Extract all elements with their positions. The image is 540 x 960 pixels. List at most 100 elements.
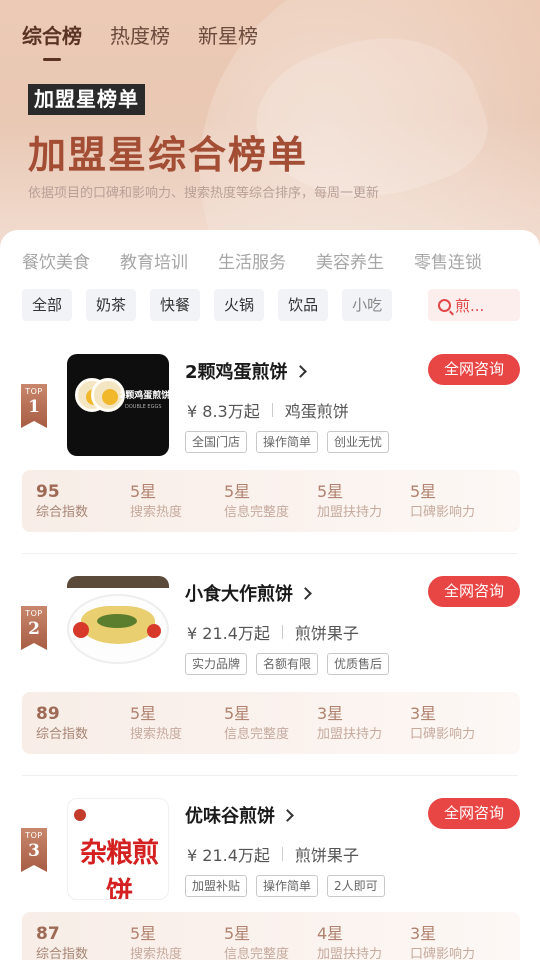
brand-name-link[interactable]: 2颗鸡蛋煎饼 xyxy=(185,358,307,384)
brand-name-link[interactable]: 优味谷煎饼 xyxy=(185,802,294,828)
thumbnail-backdrop xyxy=(67,576,169,588)
stat-label: 加盟扶持力 xyxy=(317,947,383,960)
tag: 名额有限 xyxy=(256,653,319,675)
score-label: 综合指数 xyxy=(36,947,89,960)
consult-button[interactable]: 全网咨询 xyxy=(428,576,520,607)
brand-name: 优味谷煎饼 xyxy=(185,806,275,827)
filter-chip[interactable]: 全部 xyxy=(22,289,73,321)
score-value: 87 xyxy=(36,924,60,944)
stats-bar: 89 综合指数 5星 搜索热度 5星 信息完整度 3星 加盟扶持力 3星 口碑影… xyxy=(22,692,520,754)
stat-label: 信息完整度 xyxy=(224,727,290,742)
stat-item: 5星 搜索热度 xyxy=(130,924,182,960)
stat-value: 5星 xyxy=(130,704,157,723)
rank-badge: TOP 1 xyxy=(21,384,47,428)
consult-button[interactable]: 全网咨询 xyxy=(428,354,520,385)
ranking-item[interactable]: TOP 2 小食大作煎饼 全网咨询 ¥ 21.4万起 煎饼果子 实力品牌 名额有… xyxy=(0,554,540,776)
filter-chip[interactable]: 火锅 xyxy=(214,289,265,321)
chevron-right-icon xyxy=(281,808,294,822)
brand-name-link[interactable]: 小食大作煎饼 xyxy=(185,580,312,606)
stat-label: 加盟扶持力 xyxy=(317,727,383,742)
page-subtitle: 依据项目的口碑和影响力、搜索热度等综合排序，每周一更新 xyxy=(28,186,380,201)
tab-new-star[interactable]: 新星榜 xyxy=(198,20,258,49)
chevron-right-icon xyxy=(293,364,307,378)
brand-thumbnail[interactable]: 2颗鸡蛋煎饼 DOUBLE EGGS xyxy=(67,354,169,456)
search-icon xyxy=(438,298,451,312)
stat-value: 4星 xyxy=(317,924,344,943)
stat-item: 3星 口碑影响力 xyxy=(410,924,475,960)
ranking-item[interactable]: TOP 1 2颗鸡蛋煎饼 DOUBLE EGGS 2颗鸡蛋煎饼 全网咨询 ¥ 8… xyxy=(0,332,540,554)
category-label: 鸡蛋煎饼 xyxy=(284,402,349,421)
tag: 创业无忧 xyxy=(327,431,390,453)
search-text: 煎... xyxy=(455,296,485,315)
score-label: 综合指数 xyxy=(36,727,89,742)
brand-thumbnail[interactable] xyxy=(67,576,169,678)
stat-value: 5星 xyxy=(410,482,437,501)
tab-popularity[interactable]: 热度榜 xyxy=(110,20,170,49)
garnish-graphic xyxy=(97,614,137,628)
score-stat: 89 综合指数 xyxy=(36,704,88,744)
category-tabs: 餐饮美食 教育培训 生活服务 美容养生 零售连锁 xyxy=(22,248,482,273)
stat-label: 口碑影响力 xyxy=(410,505,476,520)
stat-item: 5星 信息完整度 xyxy=(224,704,289,744)
rank-badge: TOP 2 xyxy=(21,606,47,650)
brand-thumbnail[interactable]: 杂粮煎饼 xyxy=(67,798,169,900)
brand-logo-icon xyxy=(74,809,86,821)
tag-list: 实力品牌 名额有限 优质售后 xyxy=(185,653,390,675)
tag: 2人即可 xyxy=(327,875,385,897)
stat-label: 口碑影响力 xyxy=(410,727,476,742)
ranking-tabs: 综合榜 热度榜 新星榜 xyxy=(22,20,258,61)
stat-item: 5星 信息完整度 xyxy=(224,482,289,522)
brand-name: 小食大作煎饼 xyxy=(185,584,293,605)
price-row: ¥ 21.4万起 煎饼果子 xyxy=(187,620,359,644)
category-label: 煎饼果子 xyxy=(294,846,359,865)
stat-label: 信息完整度 xyxy=(224,505,290,520)
score-value: 95 xyxy=(36,482,60,502)
divider xyxy=(281,847,283,861)
brand-name: 2颗鸡蛋煎饼 xyxy=(185,362,288,383)
score-stat: 87 综合指数 xyxy=(36,924,88,960)
category-tab[interactable]: 美容养生 xyxy=(316,248,384,273)
stat-item: 4星 加盟扶持力 xyxy=(317,924,382,960)
category-tab[interactable]: 教育培训 xyxy=(120,248,188,273)
stat-item: 5星 信息完整度 xyxy=(224,924,289,960)
filter-chip[interactable]: 快餐 xyxy=(150,289,201,321)
stat-value: 3星 xyxy=(410,924,437,943)
divider xyxy=(281,625,283,639)
price: ¥ 21.4万起 xyxy=(187,846,270,865)
stat-value: 5星 xyxy=(130,924,157,943)
tomato-graphic xyxy=(147,624,161,638)
rank-badge: TOP 3 xyxy=(21,828,47,872)
consult-button[interactable]: 全网咨询 xyxy=(428,798,520,829)
tag: 操作简单 xyxy=(256,875,319,897)
filter-chip[interactable]: 饮品 xyxy=(278,289,329,321)
stats-bar: 95 综合指数 5星 搜索热度 5星 信息完整度 5星 加盟扶持力 5星 口碑影… xyxy=(22,470,520,532)
category-tab[interactable]: 生活服务 xyxy=(218,248,286,273)
category-tab[interactable]: 零售连锁 xyxy=(414,248,482,273)
stat-item: 5星 加盟扶持力 xyxy=(317,482,382,522)
brand-badge: 加盟星榜单 xyxy=(28,84,145,115)
rank-number: 3 xyxy=(28,841,40,861)
stat-label: 加盟扶持力 xyxy=(317,505,383,520)
ranking-item[interactable]: TOP 3 杂粮煎饼 优味谷煎饼 全网咨询 ¥ 21.4万起 煎饼果子 加盟补贴… xyxy=(0,776,540,960)
tag: 全国门店 xyxy=(185,431,248,453)
search-input[interactable]: 煎... xyxy=(428,289,520,321)
stat-label: 搜索热度 xyxy=(130,947,183,960)
stat-value: 5星 xyxy=(130,482,157,501)
stat-value: 5星 xyxy=(317,482,344,501)
category-tab[interactable]: 餐饮美食 xyxy=(22,248,90,273)
stat-item: 3星 加盟扶持力 xyxy=(317,704,382,744)
filter-chip[interactable]: 小吃 xyxy=(342,289,393,321)
price-row: ¥ 8.3万起 鸡蛋煎饼 xyxy=(187,398,349,422)
filter-chip[interactable]: 奶茶 xyxy=(86,289,137,321)
stat-value: 3星 xyxy=(317,704,344,723)
rank-number: 2 xyxy=(28,619,40,639)
thumbnail-subtext: DOUBLE EGGS xyxy=(125,404,162,410)
stat-item: 3星 口碑影响力 xyxy=(410,704,475,744)
tag: 操作简单 xyxy=(256,431,319,453)
filter-chips: 全部 奶茶 快餐 火锅 饮品 小吃 xyxy=(22,289,393,321)
stat-value: 5星 xyxy=(224,704,251,723)
rank-number: 1 xyxy=(28,397,40,417)
stat-value: 5星 xyxy=(224,924,251,943)
tag: 实力品牌 xyxy=(185,653,248,675)
tab-overall[interactable]: 综合榜 xyxy=(22,20,82,61)
